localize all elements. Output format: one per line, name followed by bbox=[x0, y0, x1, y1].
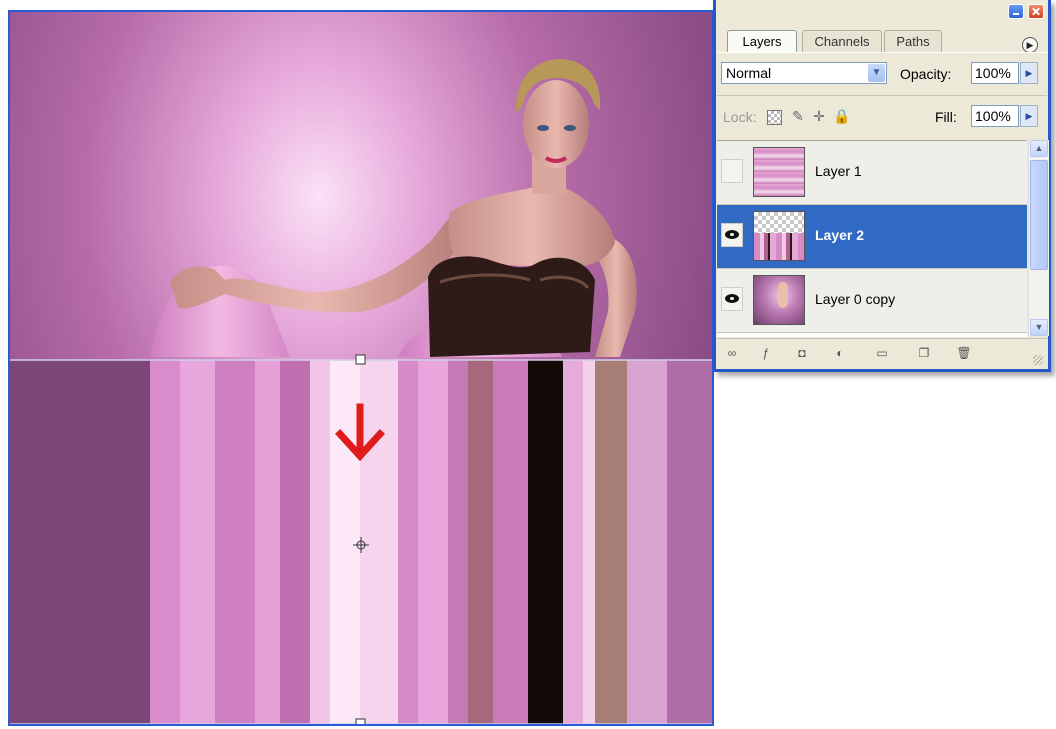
lock-all-padlock-icon[interactable]: 🔒 bbox=[833, 108, 850, 124]
adjustment-layer-icon[interactable]: ◐ bbox=[831, 345, 849, 361]
minimize-icon[interactable] bbox=[1008, 4, 1024, 19]
panel-titlebar bbox=[716, 0, 1048, 22]
lock-image-brush-icon[interactable]: ✎ bbox=[790, 108, 806, 124]
scroll-down-icon[interactable]: ▼ bbox=[1030, 319, 1048, 336]
eye-icon bbox=[725, 294, 739, 303]
bustier bbox=[428, 256, 595, 357]
resize-grip-icon[interactable] bbox=[1033, 355, 1043, 365]
scroll-thumb[interactable] bbox=[1030, 160, 1048, 270]
layers-scrollbar[interactable]: ▲ ▼ bbox=[1028, 140, 1049, 336]
layer-name: Layer 2 bbox=[815, 227, 865, 243]
chevron-down-icon[interactable]: ▼ bbox=[868, 64, 885, 82]
panel-bottom-toolbar: ∞ ƒ ◘ ◐ ▭ ❐ 🗑 bbox=[717, 338, 1047, 369]
bottom-center-handle bbox=[355, 718, 366, 724]
document-canvas[interactable] bbox=[8, 10, 714, 726]
lock-options-row: Lock: ✎ ✛ 🔒 Fill: 100% ▶ bbox=[717, 95, 1047, 138]
layer-thumbnail bbox=[753, 211, 805, 261]
new-layer-icon[interactable]: ❐ bbox=[915, 345, 933, 361]
delete-layer-icon[interactable]: 🗑 bbox=[955, 345, 973, 361]
blend-mode-value: Normal bbox=[726, 65, 772, 81]
lock-transparency-icon[interactable] bbox=[767, 110, 782, 125]
layer-row-layer-1[interactable]: Layer 1 bbox=[717, 141, 1027, 205]
layer-style-icon[interactable]: ƒ bbox=[757, 345, 775, 361]
layer-thumbnail bbox=[753, 275, 805, 325]
layers-list: Layer 1 Layer 2 Layer 0 copy bbox=[717, 140, 1027, 337]
layer-name: Layer 0 copy bbox=[815, 291, 896, 307]
layer-mask-icon[interactable]: ◘ bbox=[793, 345, 811, 361]
fill-slider-arrow-icon[interactable]: ▶ bbox=[1020, 105, 1038, 127]
tab-channels[interactable]: Channels bbox=[802, 30, 882, 53]
panel-tabs: Channels Paths Layers bbox=[722, 30, 1042, 53]
fill-label: Fill: bbox=[935, 109, 957, 125]
eye-icon bbox=[725, 230, 739, 239]
visibility-toggle[interactable] bbox=[721, 159, 743, 183]
layer-row-layer-2[interactable]: Layer 2 bbox=[717, 205, 1027, 269]
visibility-toggle[interactable] bbox=[721, 223, 743, 247]
layer-thumbnail bbox=[753, 147, 805, 197]
canvas-artwork bbox=[10, 59, 712, 724]
tab-layers[interactable]: Layers bbox=[727, 30, 797, 53]
opacity-slider-arrow-icon[interactable]: ▶ bbox=[1020, 62, 1038, 84]
face bbox=[523, 80, 589, 168]
tab-paths[interactable]: Paths bbox=[884, 30, 942, 53]
lock-label: Lock: bbox=[723, 109, 757, 125]
top-center-handle bbox=[355, 354, 366, 365]
close-icon[interactable] bbox=[1028, 4, 1044, 19]
left-arm bbox=[170, 217, 465, 313]
layer-row-layer-0-copy[interactable]: Layer 0 copy bbox=[717, 269, 1027, 333]
lock-position-move-icon[interactable]: ✛ bbox=[811, 108, 827, 124]
scroll-up-icon[interactable]: ▲ bbox=[1030, 140, 1048, 157]
torso bbox=[448, 182, 615, 267]
new-group-icon[interactable]: ▭ bbox=[873, 345, 891, 361]
visibility-toggle[interactable] bbox=[721, 287, 743, 311]
link-layers-icon[interactable]: ∞ bbox=[723, 345, 741, 361]
blend-mode-select[interactable]: Normal ▼ bbox=[721, 62, 887, 84]
fill-input[interactable]: 100% bbox=[971, 105, 1019, 127]
layer-name: Layer 1 bbox=[815, 163, 862, 179]
blend-options-row: Normal ▼ Opacity: 100% ▶ bbox=[717, 52, 1047, 93]
opacity-input[interactable]: 100% bbox=[971, 62, 1019, 84]
layers-panel: Channels Paths Layers ▶ Normal ▼ Opacity… bbox=[713, 0, 1051, 372]
opacity-label: Opacity: bbox=[900, 66, 952, 82]
panel-menu-icon[interactable]: ▶ bbox=[1022, 37, 1038, 53]
